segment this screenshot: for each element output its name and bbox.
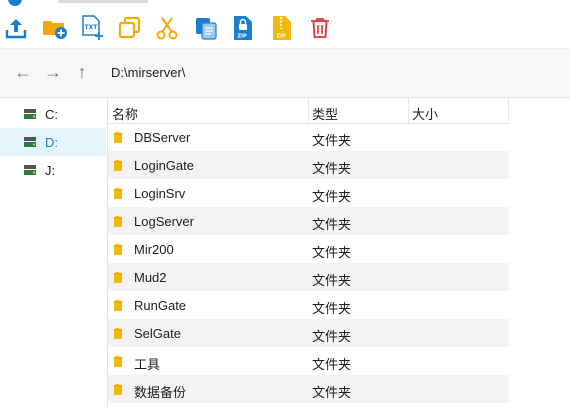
file-list-header: 名称 类型 大小 [108, 98, 509, 124]
compress-zip-button[interactable]: ZIP [229, 14, 257, 42]
forward-button[interactable]: → [42, 61, 64, 83]
folder-icon [114, 188, 122, 199]
up-button[interactable]: ↑ [71, 61, 93, 83]
table-row[interactable]: LogServer 文件夹 [108, 207, 509, 235]
file-type: 文件夹 [312, 301, 352, 316]
svg-text:ZIP: ZIP [238, 34, 247, 40]
table-row[interactable]: LoginSrv 文件夹 [108, 179, 509, 207]
compress-zip-icon: ZIP [234, 16, 252, 40]
folder-icon [114, 216, 122, 227]
file-name: Mir200 [134, 242, 174, 257]
file-name: LoginGate [134, 158, 194, 173]
table-row[interactable]: Mir200 文件夹 [108, 235, 509, 263]
folder-icon [114, 384, 122, 395]
table-row[interactable]: 数据备份 文件夹 [108, 375, 509, 403]
file-name: LogServer [134, 214, 194, 229]
file-type: 文件夹 [312, 385, 352, 400]
folder-icon [114, 356, 122, 367]
drive-label: C: [45, 107, 58, 122]
file-type: 文件夹 [312, 357, 352, 372]
drive-label: J: [45, 163, 56, 178]
new-text-file-button[interactable]: TXT [78, 14, 106, 42]
drive-label: D: [45, 135, 58, 150]
file-list: 名称 类型 大小 DBServer 文件夹 LoginGate 文件夹 LoginSrv… [108, 98, 509, 407]
title-fragment [58, 0, 148, 3]
window-title-strip [0, 0, 570, 8]
table-row[interactable]: LoginGate 文件夹 [108, 151, 509, 179]
folder-icon [114, 132, 122, 143]
file-name: DBServer [134, 130, 191, 145]
file-type: 文件夹 [312, 329, 352, 344]
table-row[interactable]: 工具 文件夹 [108, 347, 509, 375]
drive-item-c[interactable]: C: [0, 100, 106, 128]
column-header-size[interactable]: 大小 [412, 104, 438, 123]
cut-button[interactable] [153, 14, 181, 42]
file-name: SelGate [134, 326, 181, 341]
file-name: Mud2 [134, 270, 167, 285]
copy-button[interactable] [116, 14, 144, 42]
drive-icon [24, 165, 36, 175]
file-name: 数据备份 [134, 385, 187, 400]
folder-icon [114, 328, 122, 339]
table-row[interactable]: SelGate 文件夹 [108, 319, 509, 347]
delete-icon [311, 18, 329, 38]
column-divider[interactable] [408, 98, 409, 123]
table-row[interactable]: RunGate 文件夹 [108, 291, 509, 319]
file-name: 工具 [134, 357, 161, 372]
delete-button[interactable] [306, 14, 334, 42]
cut-icon [156, 17, 178, 40]
copy-icon [118, 16, 141, 39]
folder-icon [114, 244, 122, 255]
drive-item-d[interactable]: D: [0, 128, 106, 156]
paste-button[interactable] [192, 14, 220, 42]
column-header-name[interactable]: 名称 [112, 104, 138, 123]
back-button[interactable]: ← [12, 61, 34, 83]
table-row[interactable]: Mud2 文件夹 [108, 263, 509, 291]
drive-sidebar: C: D: J: [0, 98, 108, 407]
address-bar: ← → ↑ D:\mirserver\ [0, 49, 570, 98]
svg-text:TXT: TXT [85, 24, 99, 31]
upload-button[interactable] [2, 14, 30, 42]
toolbar: TXT ZIP ZIP [0, 8, 570, 49]
column-header-type[interactable]: 类型 [312, 104, 338, 123]
table-row[interactable]: DBServer 文件夹 [108, 123, 509, 151]
file-type: 文件夹 [312, 245, 352, 260]
new-text-file-icon: TXT [82, 15, 103, 40]
drive-icon [24, 137, 36, 147]
file-type: 文件夹 [312, 189, 352, 204]
current-path[interactable]: D:\mirserver\ [111, 65, 185, 80]
drive-item-j[interactable]: J: [0, 156, 106, 184]
file-type: 文件夹 [312, 273, 352, 288]
new-folder-icon [43, 21, 67, 39]
file-type: 文件夹 [312, 133, 352, 148]
folder-icon [114, 272, 122, 283]
file-type: 文件夹 [312, 161, 352, 176]
paste-icon [196, 18, 217, 40]
svg-text:ZIP: ZIP [277, 34, 286, 40]
folder-icon [114, 300, 122, 311]
drive-icon [24, 109, 36, 119]
file-type: 文件夹 [312, 217, 352, 232]
column-divider[interactable] [508, 98, 509, 123]
extract-zip-button[interactable]: ZIP [268, 14, 296, 42]
file-name: RunGate [134, 298, 187, 313]
app-logo-icon [8, 0, 22, 6]
extract-zip-icon: ZIP [273, 16, 291, 40]
column-divider[interactable] [308, 98, 309, 123]
file-name: LoginSrv [134, 186, 186, 201]
upload-icon [5, 19, 27, 39]
new-folder-button[interactable] [41, 14, 69, 42]
folder-icon [114, 160, 122, 171]
